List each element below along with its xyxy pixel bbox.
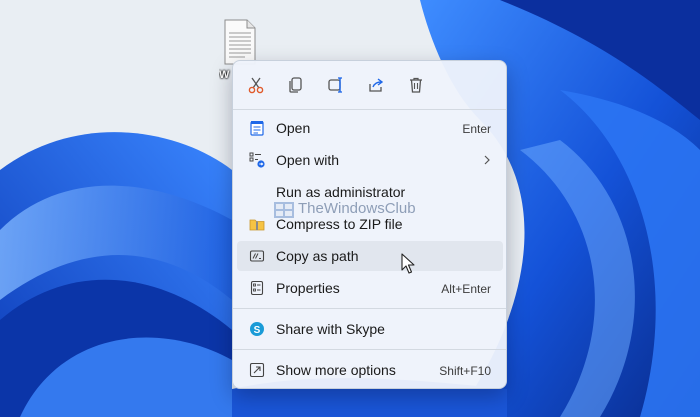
- notepad-icon: [249, 120, 265, 136]
- menu-item-shortcut: Shift+F10: [439, 364, 491, 378]
- watermark-text: TheWindowsClub: [298, 200, 416, 217]
- menu-divider: [233, 109, 506, 110]
- delete-button[interactable]: [404, 73, 428, 97]
- properties-icon: [249, 280, 265, 296]
- menu-item-label: Properties: [276, 280, 340, 296]
- scissors-icon: [248, 77, 264, 94]
- cut-button[interactable]: [244, 73, 268, 97]
- menu-item-shortcut: Enter: [462, 122, 491, 136]
- menu-item-copy-as-path[interactable]: Copy as path: [237, 241, 503, 271]
- menu-item-label: Share with Skype: [276, 321, 385, 337]
- menu-divider: [233, 349, 506, 350]
- menu-item-label: Show more options: [276, 362, 396, 378]
- menu-item-properties[interactable]: Properties Alt+Enter: [237, 273, 503, 303]
- rename-button[interactable]: [324, 73, 348, 97]
- trash-icon: [410, 77, 422, 93]
- shield-icon: [249, 184, 265, 200]
- watermark-logo-icon: [274, 202, 294, 218]
- menu-item-show-more-options[interactable]: Show more options Shift+F10: [237, 355, 503, 385]
- svg-text:S: S: [254, 325, 261, 336]
- menu-item-label: Open with: [276, 152, 340, 168]
- menu-item-share-with-skype[interactable]: S Share with Skype: [237, 314, 503, 344]
- copy-icon: [289, 77, 302, 93]
- menu-item-open-with[interactable]: Open with: [237, 145, 503, 175]
- more-options-icon: [249, 362, 265, 378]
- menu-item-label: Run as administrator: [276, 184, 406, 200]
- menu-item-label: Open: [276, 120, 311, 136]
- menu-item-shortcut: Alt+Enter: [441, 282, 491, 296]
- skype-icon: S: [249, 321, 265, 337]
- menu-item-open[interactable]: Open Enter: [237, 113, 503, 143]
- menu-divider: [233, 308, 506, 309]
- copy-path-icon: [249, 248, 265, 264]
- open-with-icon: [249, 152, 265, 168]
- context-menu: Open Enter Open with Run as administrato…: [232, 60, 507, 389]
- rename-icon: [328, 77, 342, 93]
- context-menu-toolbar: [233, 61, 506, 109]
- watermark: TheWindowsClub: [273, 199, 428, 221]
- share-button[interactable]: [364, 73, 388, 97]
- zip-folder-icon: [249, 216, 265, 232]
- mouse-pointer-icon: [401, 253, 415, 274]
- share-icon: [369, 78, 384, 92]
- chevron-right-icon: [484, 155, 490, 165]
- menu-item-label: Copy as path: [276, 248, 359, 264]
- copy-button[interactable]: [284, 73, 308, 97]
